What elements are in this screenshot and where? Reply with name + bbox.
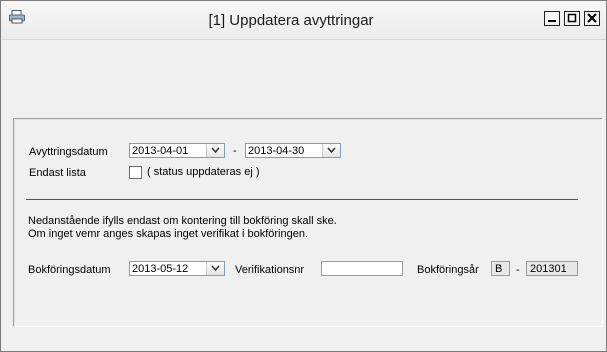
minimize-button[interactable] [544, 11, 560, 26]
bokforingsar-dash: - [516, 264, 520, 276]
date-to-value: 2013-04-30 [248, 145, 305, 157]
verifikationsnr-label: Verifikationsnr [235, 264, 305, 276]
range-separator: - [233, 145, 237, 157]
chevron-down-icon [211, 147, 220, 154]
verifikationsnr-input[interactable] [321, 261, 403, 276]
info-line-2: Om inget vemr anges skapas inget verifik… [28, 228, 309, 240]
window-title: [1] Uppdatera avyttringar [208, 12, 374, 29]
form-panel: Avyttringsdatum 2013-04-01 - 2013-04-30 … [13, 118, 603, 327]
date-from-dropdown[interactable] [206, 144, 224, 157]
date-to-select[interactable]: 2013-04-30 [245, 143, 341, 158]
bokforingsdatum-select[interactable]: 2013-05-12 [129, 261, 225, 276]
endast-lista-label: Endast lista [29, 167, 86, 179]
avyttringsdatum-label: Avyttringsdatum [29, 146, 108, 158]
bokforingsar-serie-value: B [495, 263, 503, 275]
bokforingsar-serie-field: B [491, 261, 510, 276]
date-from-value: 2013-04-01 [132, 145, 189, 157]
bokforingsar-value: 201301 [530, 263, 567, 275]
maximize-button[interactable] [564, 11, 580, 26]
bokforingsdatum-value: 2013-05-12 [132, 263, 189, 275]
dialog-window: [1] Uppdatera avyttringar Avyttringsdatu… [0, 0, 607, 352]
close-button[interactable] [584, 11, 600, 26]
close-icon [587, 13, 597, 23]
bokforingsar-label: Bokföringsår [417, 264, 479, 276]
divider [26, 199, 578, 200]
printer-icon[interactable] [9, 10, 25, 24]
chevron-down-icon [327, 147, 336, 154]
endast-lista-checkbox[interactable] [129, 166, 142, 179]
title-bar[interactable]: [1] Uppdatera avyttringar [1, 1, 606, 40]
bokforingsar-field: 201301 [526, 261, 578, 276]
minimize-icon [548, 20, 556, 22]
maximize-icon [567, 13, 577, 23]
chevron-down-icon [211, 265, 220, 272]
endast-lista-note: ( status uppdateras ej ) [147, 166, 260, 178]
bokforingsdatum-dropdown[interactable] [206, 262, 224, 275]
date-from-select[interactable]: 2013-04-01 [129, 143, 225, 158]
info-line-1: Nedanstående ifylls endast om kontering … [28, 215, 337, 227]
bokforingsdatum-label: Bokföringsdatum [28, 264, 111, 276]
date-to-dropdown[interactable] [322, 144, 340, 157]
